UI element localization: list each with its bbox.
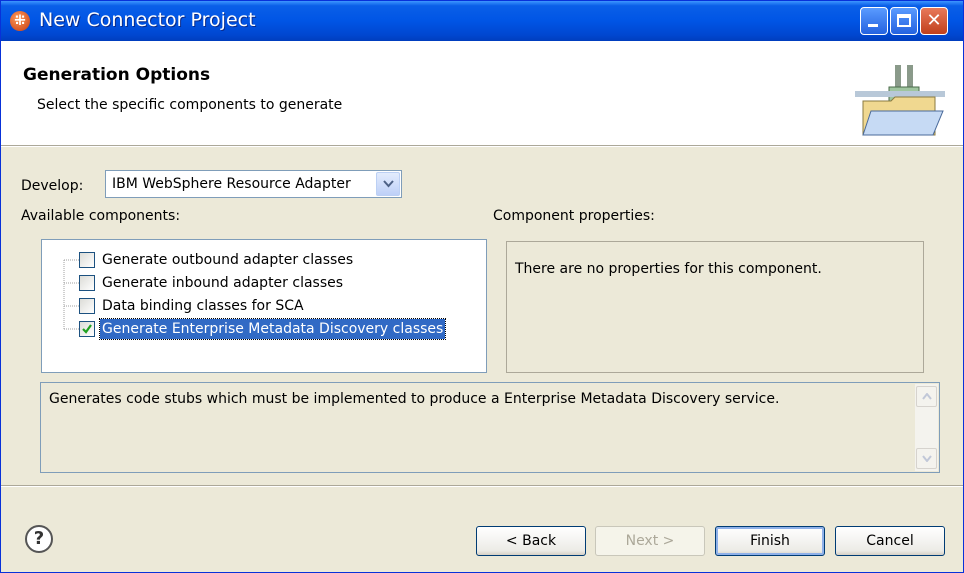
back-button[interactable]: < Back — [476, 526, 586, 556]
finish-button[interactable]: Finish — [715, 526, 825, 556]
page-title: Generation Options — [23, 65, 211, 85]
properties-message: There are no properties for this compone… — [515, 261, 822, 277]
minimize-button[interactable] — [860, 7, 888, 35]
close-button[interactable]: ✕ — [920, 7, 948, 35]
dropdown-button[interactable] — [376, 172, 400, 196]
checkbox[interactable] — [79, 275, 95, 291]
checkmark-icon — [82, 324, 92, 334]
tree-item-label: Generate outbound adapter classes — [102, 252, 354, 268]
components-tree[interactable]: Generate outbound adapter classes Genera… — [41, 239, 487, 373]
chevron-down-icon — [922, 455, 932, 462]
chevron-up-icon — [922, 393, 932, 400]
window-title: New Connector Project — [39, 9, 256, 31]
vertical-scrollbar[interactable] — [915, 384, 938, 471]
title-bar[interactable]: ⁜ New Connector Project ✕ — [1, 1, 963, 41]
component-properties-panel: There are no properties for this compone… — [506, 241, 924, 373]
tree-item-label: Generate Enterprise Metadata Discovery c… — [98, 318, 447, 340]
banner-separator — [1, 146, 963, 147]
component-properties-label: Component properties: — [493, 208, 655, 224]
minimize-icon — [868, 24, 878, 27]
cancel-button[interactable]: Cancel — [835, 526, 945, 556]
footer-separator-highlight — [1, 486, 963, 487]
develop-label: Develop: — [21, 178, 84, 194]
checkbox[interactable] — [79, 321, 95, 337]
tree-item-label: Data binding classes for SCA — [102, 298, 304, 314]
maximize-button[interactable] — [890, 7, 918, 35]
page-description: Select the specific components to genera… — [37, 97, 343, 113]
next-button[interactable]: Next > — [595, 526, 705, 556]
checkbox[interactable] — [79, 298, 95, 314]
chevron-down-icon — [383, 180, 394, 188]
description-area[interactable]: Generates code stubs which must be imple… — [40, 382, 940, 473]
help-icon[interactable]: ? — [25, 525, 53, 553]
checkbox[interactable] — [79, 252, 95, 268]
app-icon: ⁜ — [10, 11, 30, 31]
close-icon: ✕ — [926, 10, 942, 31]
folder-plug-icon — [855, 65, 945, 136]
tree-item-label: Generate inbound adapter classes — [102, 275, 344, 291]
description-text: Generates code stubs which must be imple… — [49, 391, 780, 407]
develop-selected-value: IBM WebSphere Resource Adapter — [112, 176, 351, 192]
develop-dropdown[interactable]: IBM WebSphere Resource Adapter — [105, 170, 402, 198]
available-components-label: Available components: — [21, 208, 181, 224]
maximize-icon — [897, 14, 911, 27]
wizard-banner: Generation Options Select the specific c… — [1, 41, 963, 146]
tree-connector-lines — [63, 259, 79, 330]
scroll-down-button[interactable] — [916, 448, 937, 469]
dialog-window: ⁜ New Connector Project ✕ Generation Opt… — [0, 0, 964, 573]
scroll-up-button[interactable] — [916, 386, 937, 407]
